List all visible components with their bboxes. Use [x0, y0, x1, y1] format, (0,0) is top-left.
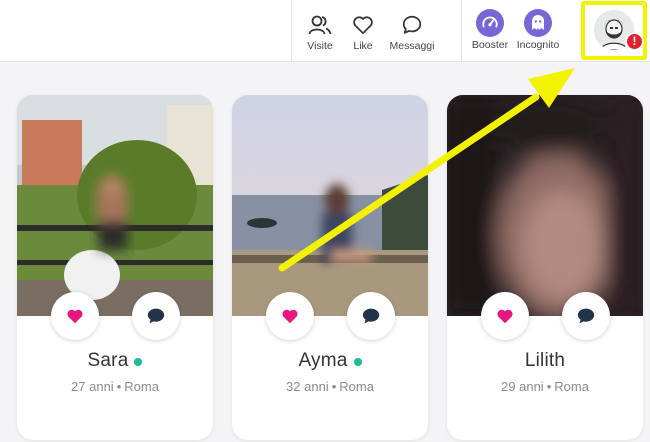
online-indicator [353, 358, 362, 366]
profile-name: Ayma [298, 350, 348, 371]
ghost-icon [524, 9, 552, 37]
profile-city: Roma [554, 379, 589, 394]
top-navigation-bar: Visite Like Messaggi Booster Incognito ! [0, 0, 650, 62]
visitors-icon [307, 12, 333, 38]
message-button[interactable] [347, 292, 395, 340]
profile-meta: 29 anni • Roma [447, 379, 643, 394]
nav-like[interactable]: Like [342, 0, 384, 62]
heart-filled-icon [497, 309, 513, 324]
nav-visite[interactable]: Visite [298, 0, 342, 62]
meta-separator: • [116, 379, 122, 394]
like-button[interactable] [266, 292, 314, 340]
profile-name-row: Sara [17, 350, 213, 372]
chat-filled-icon [577, 308, 595, 324]
message-button[interactable] [132, 292, 180, 340]
nav-booster[interactable]: Booster [468, 0, 512, 62]
heart-filled-icon [282, 309, 298, 324]
profile-city: Roma [339, 379, 374, 394]
profile-avatar-button[interactable]: ! [581, 1, 647, 60]
main-nav: Visite Like Messaggi [291, 0, 440, 62]
nav-messaggi-label: Messaggi [389, 40, 435, 52]
nav-like-label: Like [353, 40, 373, 52]
like-button[interactable] [51, 292, 99, 340]
profile-photo[interactable] [17, 95, 213, 316]
heart-filled-icon [67, 309, 83, 324]
profile-name: Lilith [524, 350, 566, 371]
heart-outline-icon [350, 12, 376, 38]
profile-card[interactable]: Lilith 29 anni • Roma [447, 95, 643, 440]
profile-card[interactable]: Sara 27 anni • Roma [17, 95, 213, 440]
chat-filled-icon [147, 308, 165, 324]
nav-visite-label: Visite [307, 40, 333, 52]
profile-meta: 32 anni • Roma [232, 379, 428, 394]
profile-age: 29 anni [501, 379, 544, 394]
nav-messaggi[interactable]: Messaggi [384, 0, 440, 62]
gauge-icon [476, 9, 504, 37]
profile-meta: 27 anni • Roma [17, 379, 213, 394]
message-button[interactable] [562, 292, 610, 340]
profile-photo[interactable] [447, 95, 643, 316]
meta-separator: • [546, 379, 552, 394]
extras-nav: Booster Incognito [461, 0, 564, 62]
profile-name-row: Lilith [447, 350, 643, 372]
profile-name-row: Ayma [232, 350, 428, 372]
profile-age: 32 anni [286, 379, 329, 394]
profile-photo[interactable] [232, 95, 428, 316]
alert-badge: ! [625, 32, 644, 51]
profile-city: Roma [124, 379, 159, 394]
nav-incognito[interactable]: Incognito [512, 0, 564, 62]
online-indicator [134, 358, 143, 366]
nav-incognito-label: Incognito [516, 39, 560, 51]
like-button[interactable] [481, 292, 529, 340]
meta-separator: • [331, 379, 337, 394]
chat-bubble-icon [399, 12, 425, 38]
profile-card[interactable]: Ayma 32 anni • Roma [232, 95, 428, 440]
profile-age: 27 anni [71, 379, 114, 394]
chat-filled-icon [362, 308, 380, 324]
profile-name: Sara [87, 350, 129, 371]
nav-booster-label: Booster [471, 39, 509, 51]
